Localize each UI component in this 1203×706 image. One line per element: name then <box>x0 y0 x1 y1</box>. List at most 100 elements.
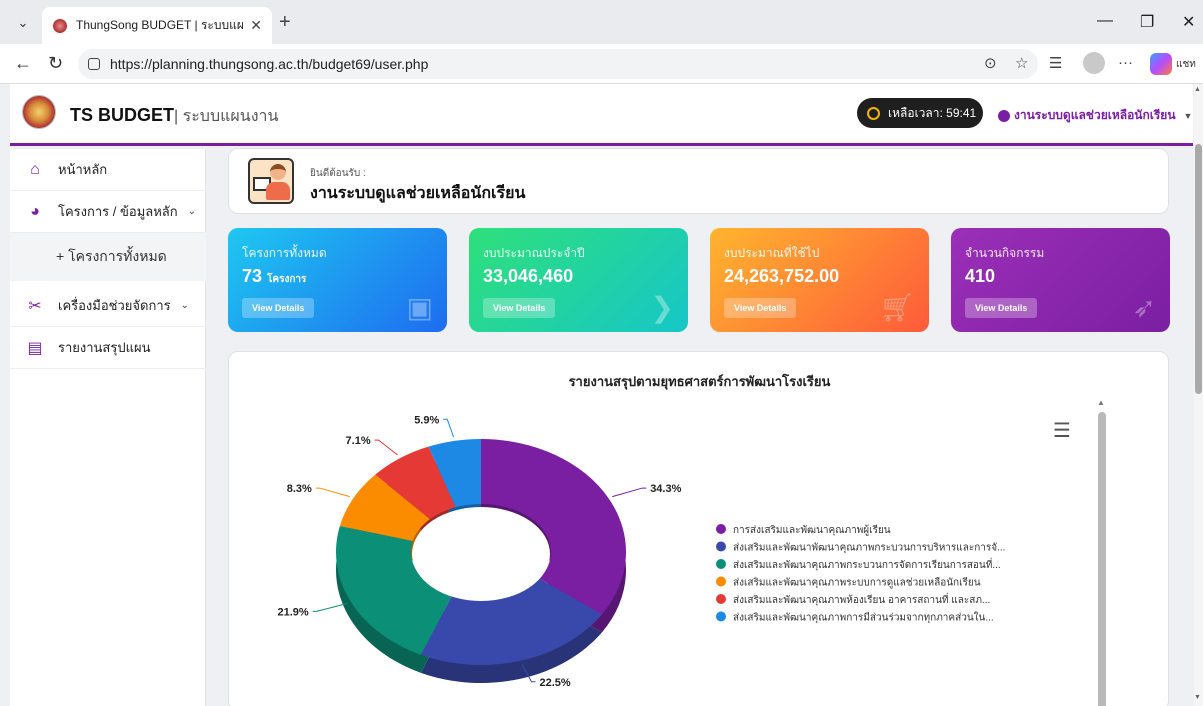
chevron-down-icon: ⌄ <box>187 206 197 217</box>
document-icon: ▤ <box>27 339 43 357</box>
donut-chart: 34.3% 22.5% 21.9% 8.3% 7.1% 5.9% การส่งเสริมแล… <box>277 414 1005 689</box>
welcome-name: งานระบบดูแลช่วยเหลือนักเรียน <box>310 185 526 202</box>
card-value: 33,046,460 <box>483 266 574 286</box>
reader-icon[interactable]: ⊙ <box>984 54 997 72</box>
data-label: 21.9% <box>277 606 308 618</box>
data-label-leader <box>612 487 647 498</box>
legend-item: ส่งเสริมและพัฒนาคุณภาพกระบวนการจัดการเรี… <box>733 557 1001 571</box>
card-label: งบประมาณประจำปี <box>483 246 585 260</box>
brand-title[interactable]: TS BUDGET| ระบบแผนงาน <box>70 104 278 129</box>
favorites-list-icon[interactable]: ☰ <box>1049 54 1062 72</box>
card-budget-used: งบประมาณที่ใช้ไป 24,263,752.00 View Deta… <box>710 228 929 332</box>
sidebar-item-label: หน้าหลัก <box>58 162 108 177</box>
url-field[interactable]: https://planning.thungsong.ac.th/budget6… <box>78 49 1038 79</box>
tab-actions-icon[interactable]: ⌄ <box>10 10 36 36</box>
copilot-icon[interactable] <box>1150 53 1172 75</box>
app-header: TS BUDGET| ระบบแผนงาน เหลือเวลา: 59:41 ง… <box>10 84 1193 146</box>
scroll-thumb[interactable] <box>1195 144 1202 394</box>
chevron-right-icon: ❯ <box>650 292 674 323</box>
user-name: งานระบบดูแลช่วยเหลือนักเรียน <box>1014 108 1176 122</box>
sidebar-item-projects[interactable]: ◕ โครงการ / ข้อมูลหลัก ⌄ <box>10 191 206 233</box>
caret-down-icon: ▼ <box>1183 110 1193 121</box>
sidebar-item-all-projects[interactable]: + โครงการทั้งหมด <box>10 233 206 281</box>
restore-icon[interactable]: ❐ <box>1140 12 1154 32</box>
url-text: https://planning.thungsong.ac.th/budget6… <box>110 56 429 72</box>
user-icon <box>998 109 1010 122</box>
tools-icon: ✂ <box>28 297 42 315</box>
legend-item: ส่งเสริมและพัฒนาคุณภาพระบบการดูแลช่วยเหล… <box>733 577 981 589</box>
data-label-leader <box>312 602 348 612</box>
profile-avatar-icon[interactable] <box>1083 52 1105 74</box>
sidebar-item-report[interactable]: ▤ รายงานสรุปแผน <box>10 327 206 369</box>
clock-icon <box>867 106 880 120</box>
card-unit: โครงการ <box>267 274 307 285</box>
more-icon[interactable]: ··· <box>1118 54 1133 71</box>
back-icon[interactable]: ← <box>14 53 32 74</box>
legend-marker <box>716 576 726 587</box>
view-details-button[interactable]: View Details <box>724 298 797 318</box>
home-icon: ⌂ <box>30 160 40 178</box>
legend-marker <box>716 559 726 569</box>
strategy-chart-card: รายงานสรุปตามยุทธศาสตร์การพัฒนาโรงเรียน … <box>228 351 1169 706</box>
legend-item: ส่งเสริมและพัฒนาคุณภาพการมีส่วนร่วมจากทุ… <box>733 612 994 624</box>
browser-tabbar: ⌄ ThungSong BUDGET | ระบบแผนงาน ✕ + — ❐ … <box>0 0 1203 44</box>
close-tab-icon[interactable]: ✕ <box>250 17 262 34</box>
sidebar-item-label: + โครงการทั้งหมด <box>56 248 167 264</box>
card-activity-count: จำนวนกิจกรรม 410 View Details ➶ <box>951 228 1170 332</box>
refresh-icon[interactable]: ↻ <box>48 53 63 74</box>
card-label: จำนวนกิจกรรม <box>965 246 1045 260</box>
legend-marker <box>716 524 726 534</box>
chevron-down-icon: ⌄ <box>180 300 189 311</box>
legend-marker <box>716 541 726 552</box>
tab-title: ThungSong BUDGET | ระบบแผนงาน <box>76 18 244 32</box>
card-label: โครงการทั้งหมด <box>242 246 327 260</box>
sidebar: ⌂ หน้าหลัก ◕ โครงการ / ข้อมูลหลัก ⌄ + โค… <box>10 149 206 706</box>
data-label: 34.3% <box>650 483 681 495</box>
scroll-up-icon[interactable]: ▲ <box>1194 86 1201 93</box>
legend-marker <box>716 611 726 622</box>
new-tab-icon[interactable]: + <box>279 12 291 32</box>
card-value: 73 โครงการ <box>242 266 307 286</box>
welcome-panel: ยินดีต้อนรับ : งานระบบดูแลช่วยเหลือนักเร… <box>228 148 1169 214</box>
card-label: งบประมาณที่ใช้ไป <box>724 246 820 260</box>
card-value: 410 <box>965 266 996 286</box>
data-label: 22.5% <box>540 677 571 689</box>
minimize-icon[interactable]: — <box>1097 12 1113 30</box>
donut-hole <box>412 507 550 601</box>
user-menu[interactable]: งานระบบดูแลช่วยเหลือนักเรียน ▼ <box>998 106 1192 125</box>
address-bar-row: ← ↻ https://planning.thungsong.ac.th/bud… <box>0 44 1203 84</box>
brand-name: TS BUDGET <box>70 105 175 125</box>
pie-icon: ◕ <box>30 202 40 220</box>
card-value: 24,263,752.00 <box>724 266 840 286</box>
browser-tab[interactable]: ThungSong BUDGET | ระบบแผนงาน ✕ <box>42 7 272 44</box>
scroll-down-icon[interactable]: ▼ <box>1194 694 1201 701</box>
data-label-leader <box>315 487 350 498</box>
legend-item: ส่งเสริมและพัฒนาพัฒนาคุณภาพกระบวนการบริห… <box>733 543 1005 554</box>
page-scrollbar[interactable]: ▲ ▼ <box>1194 84 1203 706</box>
data-label: 7.1% <box>346 435 371 447</box>
legend-marker <box>716 594 726 604</box>
welcome-greeting: ยินดีต้อนรับ : <box>310 168 366 179</box>
sidebar-item-label: รายงานสรุปแผน <box>58 340 151 355</box>
view-details-button[interactable]: View Details <box>483 298 556 318</box>
data-label-leader <box>443 418 455 438</box>
school-logo-icon <box>22 95 56 129</box>
legend-item: การส่งเสริมและพัฒนาคุณภาพผู้เรียน <box>733 524 891 536</box>
view-details-button[interactable]: View Details <box>965 298 1038 318</box>
lock-icon <box>88 58 100 70</box>
data-label: 5.9% <box>414 414 439 426</box>
favorite-star-icon[interactable]: ☆ <box>1015 54 1028 72</box>
timer-text: เหลือเวลา: 59:41 <box>888 105 977 120</box>
data-label-leader <box>374 439 398 456</box>
sidebar-item-home[interactable]: ⌂ หน้าหลัก <box>10 149 206 191</box>
card-annual-budget: งบประมาณประจำปี 33,046,460 View Details … <box>469 228 688 332</box>
favicon-icon <box>52 17 68 34</box>
close-window-icon[interactable]: ✕ <box>1182 12 1195 32</box>
card-total-projects: โครงการทั้งหมด 73 โครงการ View Details ▣ <box>228 228 447 332</box>
session-timer: เหลือเวลา: 59:41 <box>857 98 983 128</box>
view-details-button[interactable]: View Details <box>242 298 315 318</box>
brand-subtitle: | ระบบแผนงาน <box>174 108 279 125</box>
cart-icon: 🛒︎ <box>879 292 915 323</box>
sidebar-item-tools[interactable]: ✂ เครื่องมือช่วยจัดการ ⌄ <box>10 285 206 327</box>
copilot-label[interactable]: แชท <box>1176 57 1196 72</box>
